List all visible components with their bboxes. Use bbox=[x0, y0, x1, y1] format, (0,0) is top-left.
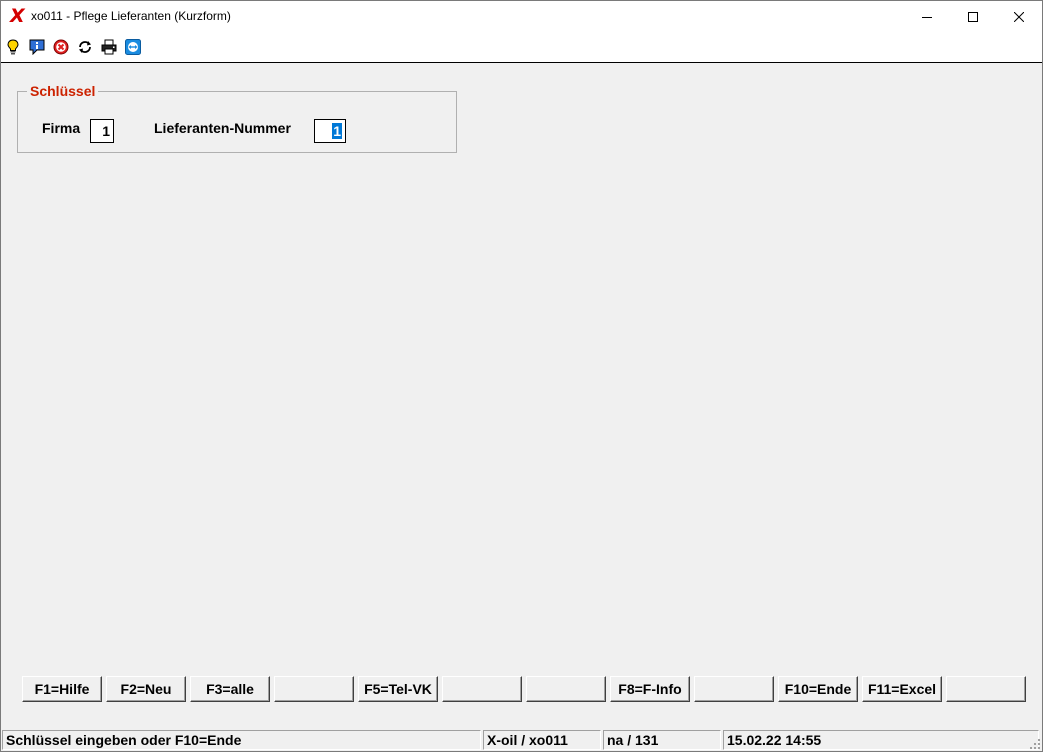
close-button[interactable] bbox=[996, 1, 1042, 32]
group-legend: Schlüssel bbox=[27, 83, 99, 99]
f11-excel-button[interactable]: F11=Excel bbox=[862, 676, 942, 702]
status-user: na / 131 bbox=[603, 730, 721, 750]
printer-icon[interactable] bbox=[100, 38, 118, 56]
f2-new-button[interactable]: F2=Neu bbox=[106, 676, 186, 702]
f5-tel-vk-button[interactable]: F5=Tel-VK bbox=[358, 676, 438, 702]
status-bar: Schlüssel eingeben oder F10=Ende X-oil /… bbox=[1, 728, 1042, 751]
lightbulb-icon[interactable] bbox=[4, 38, 22, 56]
firma-label: Firma bbox=[42, 120, 81, 136]
lieferanten-nummer-input[interactable]: 1 bbox=[314, 119, 346, 143]
teamviewer-icon[interactable] bbox=[124, 38, 142, 56]
f10-end-button[interactable]: F10=Ende bbox=[778, 676, 858, 702]
status-message: Schlüssel eingeben oder F10=Ende bbox=[2, 730, 481, 750]
f6-empty-button[interactable] bbox=[442, 676, 522, 702]
icon-toolbar bbox=[1, 32, 1042, 63]
f9-empty-button[interactable] bbox=[694, 676, 774, 702]
f12-empty-button[interactable] bbox=[946, 676, 1026, 702]
resize-grip-icon[interactable] bbox=[1029, 738, 1041, 750]
f3-all-button[interactable]: F3=alle bbox=[190, 676, 270, 702]
refresh-icon[interactable] bbox=[76, 38, 94, 56]
firma-input[interactable]: 1 bbox=[90, 119, 114, 143]
status-program: X-oil / xo011 bbox=[483, 730, 601, 750]
close-icon bbox=[1014, 11, 1024, 22]
f8-f-info-button[interactable]: F8=F-Info bbox=[610, 676, 690, 702]
maximize-button[interactable] bbox=[950, 1, 996, 32]
lieferanten-nummer-label: Lieferanten-Nummer bbox=[154, 120, 291, 136]
minimize-button[interactable] bbox=[904, 1, 950, 32]
minimize-icon bbox=[922, 16, 932, 18]
cancel-icon[interactable] bbox=[52, 38, 70, 56]
f4-empty-button[interactable] bbox=[274, 676, 354, 702]
maximize-icon bbox=[968, 11, 978, 22]
selected-text: 1 bbox=[332, 123, 342, 139]
f7-empty-button[interactable] bbox=[526, 676, 606, 702]
title-bar[interactable]: X xo011 - Pflege Lieferanten (Kurzform) bbox=[1, 1, 1042, 32]
f1-help-button[interactable]: F1=Hilfe bbox=[22, 676, 102, 702]
status-datetime: 15.02.22 14:55 bbox=[723, 730, 1039, 750]
info-icon[interactable] bbox=[28, 38, 46, 56]
key-group: Schlüssel Firma 1 Lieferanten-Nummer 1 bbox=[17, 83, 457, 153]
application-window: X xo011 - Pflege Lieferanten (Kurzform) bbox=[0, 0, 1043, 752]
app-logo: X bbox=[10, 5, 25, 27]
window-title: xo011 - Pflege Lieferanten (Kurzform) bbox=[31, 9, 231, 23]
